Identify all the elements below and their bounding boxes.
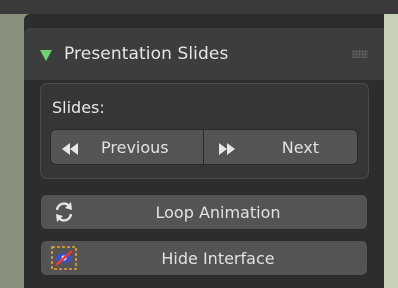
top-bar (0, 0, 398, 14)
loop-arrows-icon (53, 201, 75, 227)
hide-interface-label: Hide Interface (161, 248, 275, 268)
slides-label: Slides: (52, 98, 105, 117)
previous-label: Previous (101, 137, 169, 157)
previous-button[interactable]: Previous (50, 129, 204, 165)
panel-title: Presentation Slides (64, 44, 229, 64)
loop-animation-button[interactable]: Loop Animation (40, 194, 368, 230)
loop-animation-label: Loop Animation (155, 202, 281, 222)
hide-interface-button[interactable]: Hide Interface (40, 240, 368, 276)
rewind-icon (61, 141, 79, 160)
right-edge (384, 14, 398, 288)
next-label: Next (281, 137, 319, 157)
next-button[interactable]: Next (203, 129, 358, 165)
panel-header[interactable]: Presentation Slides (24, 28, 384, 80)
expanded-triangle-icon[interactable] (40, 49, 52, 61)
hide-interface-icon (51, 246, 77, 274)
drag-grip-icon[interactable] (352, 50, 368, 58)
left-edge (0, 14, 24, 288)
fast-forward-icon (218, 141, 236, 160)
